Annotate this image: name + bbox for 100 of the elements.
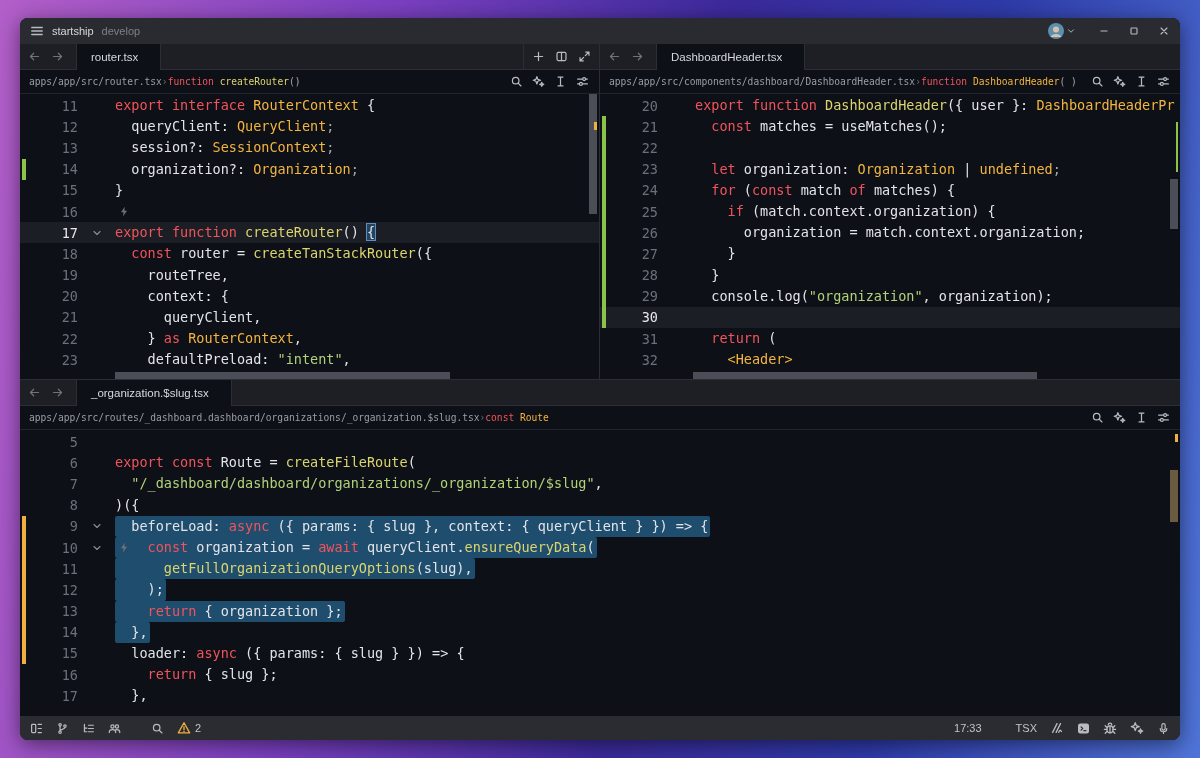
back-arrow-icon[interactable] — [28, 50, 41, 63]
people-icon[interactable] — [108, 721, 121, 735]
line-number: 15 — [60, 182, 78, 199]
code-line: )({ — [115, 495, 140, 515]
sliders-icon[interactable] — [576, 75, 589, 88]
back-arrow-icon[interactable] — [608, 50, 621, 63]
branch-name[interactable]: develop — [101, 25, 141, 37]
code-line: export function DashboardHeader({ user }: DashboardHeaderPr — [695, 96, 1175, 115]
warning-icon — [177, 721, 191, 735]
scrollbar-thumb[interactable] — [589, 94, 597, 214]
scrollbar-thumb[interactable] — [1170, 470, 1178, 522]
horizontal-scrollbar[interactable] — [693, 372, 1037, 379]
code-line: for (const match of matches) { — [710, 180, 956, 200]
search-icon[interactable] — [510, 75, 523, 88]
line-number: 31 — [640, 330, 658, 347]
project-name[interactable]: startship — [52, 25, 94, 37]
editor-tab[interactable]: router.tsx — [76, 44, 162, 70]
avatar-icon[interactable] — [1048, 23, 1064, 39]
plus-icon[interactable] — [532, 50, 545, 63]
line-number: 27 — [640, 245, 658, 262]
terminal-icon[interactable] — [1077, 721, 1090, 735]
line-number: 22 — [60, 330, 78, 347]
code-line: export const Route = createFileRoute( — [115, 453, 416, 473]
line-number: 25 — [640, 203, 658, 220]
microphone-icon[interactable] — [1157, 721, 1170, 735]
panels-icon[interactable] — [30, 721, 43, 735]
line-number: 29 — [640, 288, 658, 305]
line-number: 30 — [640, 309, 658, 326]
code-line: }, — [130, 686, 148, 706]
code-line: queryClient, — [162, 307, 262, 327]
warnings-indicator[interactable]: 2 — [177, 721, 202, 735]
back-arrow-icon[interactable] — [28, 386, 41, 399]
line-number: 8 — [68, 497, 78, 514]
breadcrumb-path[interactable]: apps/app/src/routes/_dashboard.dashboard/organizations/_organization.$slug.tsx›const Route — [29, 412, 549, 423]
language-mode[interactable]: TSX — [1015, 722, 1037, 734]
code-line: organization = match.context.organization; — [742, 223, 1086, 243]
code-line: const matches = useMatches(); — [710, 117, 947, 137]
code-line: export function createRouter() { — [115, 223, 376, 243]
horizontal-scrollbar[interactable] — [115, 372, 450, 379]
editor-tab[interactable]: DashboardHeader.tsx — [656, 44, 806, 70]
forward-arrow-icon[interactable] — [51, 50, 64, 63]
line-number: 14 — [60, 161, 78, 178]
split-pane-icon[interactable] — [555, 50, 568, 63]
bug-icon[interactable] — [1103, 721, 1117, 735]
close-icon[interactable] — [1158, 25, 1170, 37]
search-icon[interactable] — [1091, 75, 1104, 88]
menu-icon[interactable] — [30, 24, 44, 38]
code-line: const router = createTanStackRouter({ — [130, 244, 432, 264]
line-number: 11 — [60, 97, 78, 114]
expand-icon[interactable] — [578, 50, 591, 63]
line-number: 16 — [60, 203, 78, 220]
sparkle-icon[interactable] — [1130, 721, 1144, 735]
line-number: 6 — [68, 454, 78, 471]
line-number: 19 — [60, 267, 78, 284]
code-line: if (match.context.organization) { — [726, 201, 996, 221]
code-line: <Header> — [726, 350, 793, 370]
forward-arrow-icon[interactable] — [51, 386, 64, 399]
editor-tab[interactable]: _organization.$slug.tsx — [76, 380, 232, 406]
code-line: } as RouterContext, — [146, 329, 302, 349]
sliders-icon[interactable] — [1157, 75, 1170, 88]
sliders-icon[interactable] — [1157, 411, 1170, 424]
git-branch-icon[interactable] — [56, 721, 69, 735]
line-number: 11 — [60, 560, 78, 577]
code-line: loader: async ({ params: { slug } }) => { — [130, 643, 465, 663]
line-number: 9 — [68, 518, 78, 535]
forward-arrow-icon[interactable] — [631, 50, 644, 63]
code-line: session?: SessionContext; — [130, 138, 335, 158]
line-number: 13 — [60, 603, 78, 620]
code-line: } — [115, 180, 124, 200]
line-number: 23 — [640, 161, 658, 178]
code-line: } — [710, 265, 720, 285]
line-number: 13 — [60, 139, 78, 156]
code-line: "/_dashboard/dashboard/organizations/_organization/$slug", — [130, 474, 603, 494]
line-number: 17 — [60, 224, 78, 241]
breadcrumb-path[interactable]: apps/app/src/router.tsx›function createRouter() — [29, 76, 301, 87]
code-line: context: { — [146, 286, 229, 306]
maximize-icon[interactable] — [1128, 25, 1140, 37]
line-number: 21 — [640, 118, 658, 135]
line-number: 10 — [60, 539, 78, 556]
code-line: export interface RouterContext { — [115, 96, 376, 115]
scrollbar-thumb[interactable] — [1170, 179, 1178, 229]
code-line: queryClient: QueryClient; — [130, 117, 335, 137]
code-line: } — [726, 244, 736, 264]
search-icon[interactable] — [151, 721, 164, 735]
sparkle-icon[interactable] — [1113, 75, 1126, 88]
code-line: routeTree, — [146, 265, 229, 285]
search-icon[interactable] — [1091, 411, 1104, 424]
sparkle-icon[interactable] — [532, 75, 545, 88]
cursor-position[interactable]: 17:33 — [954, 722, 982, 734]
code-line: console.log("organization", organization); — [710, 286, 1053, 306]
breadcrumb-path[interactable]: apps/app/src/components/dashboard/DashboardHeader.tsx›function DashboardHeader( ) — [609, 76, 1077, 87]
chevron-down-icon[interactable] — [1066, 26, 1076, 36]
squiggle-icon[interactable] — [1050, 721, 1064, 735]
code-line: organization?: Organization; — [130, 159, 359, 179]
line-number: 24 — [640, 182, 658, 199]
outline-icon[interactable] — [82, 721, 95, 735]
line-number: 18 — [60, 245, 78, 262]
line-number: 21 — [60, 309, 78, 326]
line-number: 14 — [60, 624, 78, 641]
sparkle-icon[interactable] — [1113, 411, 1126, 424]
